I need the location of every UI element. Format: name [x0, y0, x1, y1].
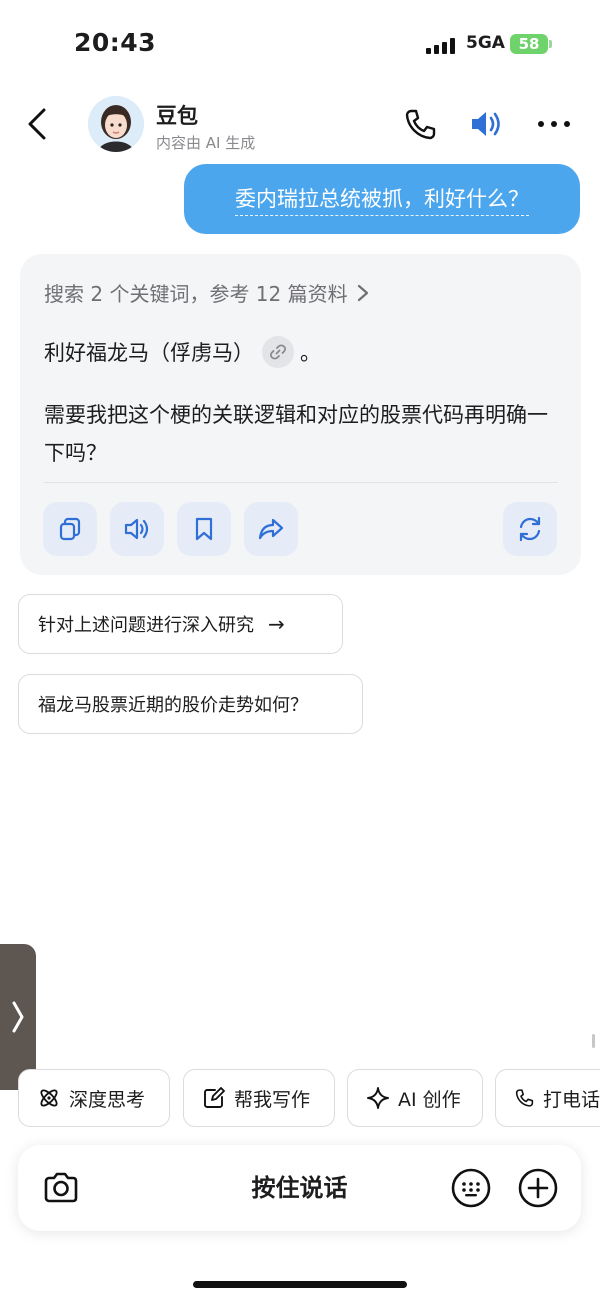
battery-level: 58 — [518, 35, 540, 53]
suggestion-label: 针对上述问题进行深入研究 — [38, 615, 254, 636]
quick-action-deep-thinking[interactable]: 深度思考 — [18, 1069, 170, 1127]
more-options-icon[interactable] — [536, 106, 572, 142]
answer-paragraph-2: 需要我把这个梗的关联逻辑和对应的股票代码再明确一下吗？ — [44, 403, 548, 465]
back-icon[interactable] — [22, 104, 56, 144]
status-time: 20:43 — [74, 28, 157, 57]
bookmark-icon — [195, 517, 213, 541]
refresh-icon — [519, 516, 541, 542]
ai-generated-label: 内容由 AI 生成 — [156, 134, 256, 152]
scrollbar[interactable] — [592, 1034, 595, 1048]
chevron-right-icon — [357, 284, 368, 301]
battery-icon: 58 — [510, 34, 548, 54]
share-icon — [258, 518, 284, 540]
battery-cap — [549, 40, 552, 48]
user-message-bubble[interactable]: 委内瑞拉总统被抓，利好什么？ — [184, 164, 580, 234]
chat-header: 豆包 内容由 AI 生成 — [0, 90, 600, 160]
share-button[interactable] — [244, 502, 298, 556]
bookmark-button[interactable] — [177, 502, 231, 556]
link-icon — [269, 344, 287, 360]
camera-icon[interactable] — [40, 1167, 82, 1209]
regenerate-button[interactable] — [503, 502, 557, 556]
avatar[interactable] — [88, 96, 144, 152]
speaker-icon — [124, 518, 149, 540]
suggestion-deep-research[interactable]: 针对上述问题进行深入研究 → — [18, 594, 343, 654]
status-bar: 20:43 5GA 58 — [0, 0, 600, 90]
quick-action-label: 深度思考 — [69, 1088, 146, 1111]
keyboard-icon[interactable] — [450, 1167, 492, 1209]
avatar-image — [88, 96, 144, 152]
search-summary[interactable]: 搜索 2 个关键词，参考 12 篇资料 — [44, 278, 370, 307]
hold-to-talk-button[interactable]: 按住说话 — [18, 1145, 581, 1231]
quick-action-label: AI 创作 — [398, 1088, 461, 1111]
atom-icon — [40, 1089, 58, 1107]
quick-action-writing[interactable]: 帮我写作 — [183, 1069, 335, 1127]
arrow-right-icon: → — [268, 612, 285, 636]
divider — [44, 482, 558, 483]
add-icon[interactable] — [517, 1167, 559, 1209]
answer-card: 搜索 2 个关键词，参考 12 篇资料 利好福龙马（俘虏马） 。 需要我把这个梗… — [20, 254, 581, 575]
answer-line-1-end: 。 — [300, 341, 321, 365]
phone-icon — [515, 1089, 534, 1107]
search-summary-text: 搜索 2 个关键词，参考 12 篇资料 — [44, 282, 348, 306]
input-bar: 按住说话 — [18, 1145, 581, 1231]
reference-link-icon[interactable] — [262, 336, 294, 368]
copy-icon — [59, 517, 81, 541]
answer-paragraph-1: 利好福龙马（俘虏马） 。 — [44, 336, 321, 368]
chevron-right-icon — [12, 1001, 24, 1033]
bot-name: 豆包 — [156, 104, 198, 128]
edit-icon — [204, 1087, 225, 1108]
network-type: 5GA — [466, 33, 505, 53]
answer-line-1: 利好福龙马（俘虏马） — [44, 341, 254, 365]
copy-button[interactable] — [43, 502, 97, 556]
signal-icon — [426, 38, 460, 54]
suggestion-label: 福龙马股票近期的股价走势如何？ — [38, 695, 308, 716]
read-aloud-button[interactable] — [110, 502, 164, 556]
quick-action-call[interactable]: 打电话 — [495, 1069, 600, 1127]
user-message-text: 委内瑞拉总统被抓，利好什么？ — [235, 183, 529, 216]
speaker-icon[interactable] — [468, 106, 504, 142]
quick-action-ai-create[interactable]: AI 创作 — [347, 1069, 483, 1127]
suggestion-stock-trend[interactable]: 福龙马股票近期的股价走势如何？ — [18, 674, 363, 734]
home-indicator[interactable] — [193, 1281, 407, 1288]
quick-action-label: 帮我写作 — [234, 1088, 311, 1111]
phone-call-icon[interactable] — [402, 106, 438, 142]
quick-action-label: 打电话 — [542, 1088, 600, 1111]
sparkle-icon — [367, 1087, 389, 1109]
